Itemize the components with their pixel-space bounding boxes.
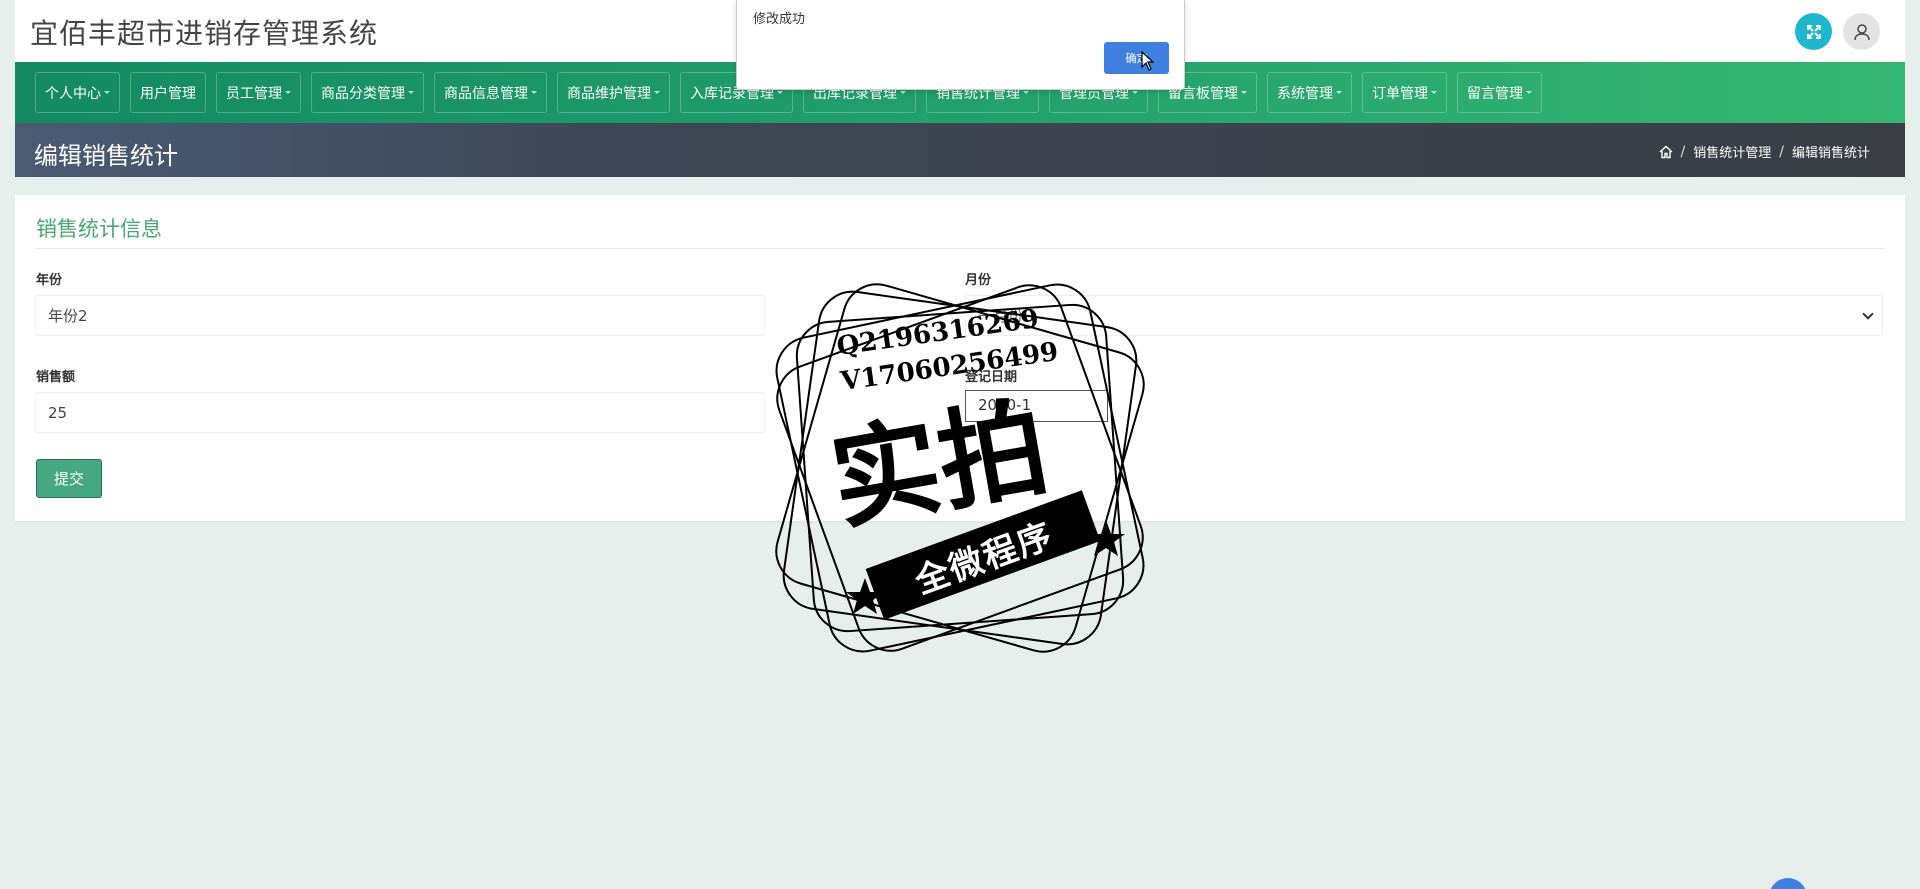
sales-amount-input[interactable]: 25: [35, 392, 765, 433]
home-icon[interactable]: [1659, 145, 1673, 159]
app-title: 宜佰丰超市进销存管理系统: [30, 17, 379, 50]
year-select-value: 年份2: [48, 307, 88, 325]
nav-item-personal-center[interactable]: 个人中心: [35, 72, 120, 113]
chevron-down-icon: [1862, 308, 1874, 320]
alert-ok-button[interactable]: 确定: [1104, 42, 1169, 74]
year-label: 年份: [36, 273, 63, 288]
year-select[interactable]: 年份2: [35, 295, 765, 336]
caret-down-icon: [1132, 91, 1138, 94]
floating-action-button[interactable]: [1769, 878, 1807, 889]
caret-down-icon: [408, 91, 414, 94]
mouse-cursor-icon: [1141, 51, 1155, 71]
nav-item-order-management[interactable]: 订单管理: [1362, 72, 1447, 113]
nav-item-category-management[interactable]: 商品分类管理: [311, 72, 424, 113]
nav-item-product-info-management[interactable]: 商品信息管理: [434, 72, 547, 113]
page-header: 编辑销售统计 / 销售统计管理 / 编辑销售统计: [15, 123, 1905, 177]
breadcrumb-item-current: 编辑销售统计: [1791, 146, 1870, 161]
user-icon: [1853, 23, 1870, 40]
caret-down-icon: [900, 91, 906, 94]
breadcrumb-separator: /: [1680, 143, 1686, 160]
section-divider: [35, 248, 1885, 249]
sales-amount-value: 25: [48, 403, 68, 422]
caret-down-icon: [285, 91, 291, 94]
breadcrumb-separator: /: [1779, 143, 1784, 160]
caret-down-icon: [1241, 91, 1247, 94]
nav-item-user-management[interactable]: 用户管理: [130, 72, 206, 113]
caret-down-icon: [777, 91, 783, 94]
alert-dialog: 修改成功 确定: [736, 0, 1185, 90]
caret-down-icon: [104, 91, 110, 94]
section-title: 销售统计信息: [36, 217, 162, 241]
caret-down-icon: [531, 91, 537, 94]
breadcrumb: / 销售统计管理 / 编辑销售统计: [1659, 142, 1870, 161]
caret-down-icon: [1023, 91, 1029, 94]
breadcrumb-item-sales-stats[interactable]: 销售统计管理: [1693, 142, 1771, 161]
sales-label: 销售额: [36, 370, 76, 385]
expand-icon: [1806, 24, 1821, 39]
caret-down-icon: [654, 91, 660, 94]
nav-item-staff-management[interactable]: 员工管理: [216, 72, 301, 113]
nav-item-product-maintenance-management[interactable]: 商品维护管理: [557, 72, 670, 113]
submit-button[interactable]: 提交: [36, 459, 102, 498]
caret-down-icon: [1431, 91, 1437, 94]
alert-message: 修改成功: [753, 12, 806, 27]
caret-down-icon: [1526, 91, 1532, 94]
caret-down-icon: [1336, 91, 1342, 94]
user-menu-button[interactable]: [1843, 13, 1880, 50]
nav-item-comment-management[interactable]: 留言管理: [1457, 72, 1542, 113]
nav-item-system-management[interactable]: 系统管理: [1267, 72, 1352, 113]
page-title: 编辑销售统计: [34, 142, 178, 170]
fullscreen-button[interactable]: [1795, 13, 1832, 50]
watermark-stamp: Q2196316269 V17060256499 实拍 全微程序: [750, 258, 1170, 678]
